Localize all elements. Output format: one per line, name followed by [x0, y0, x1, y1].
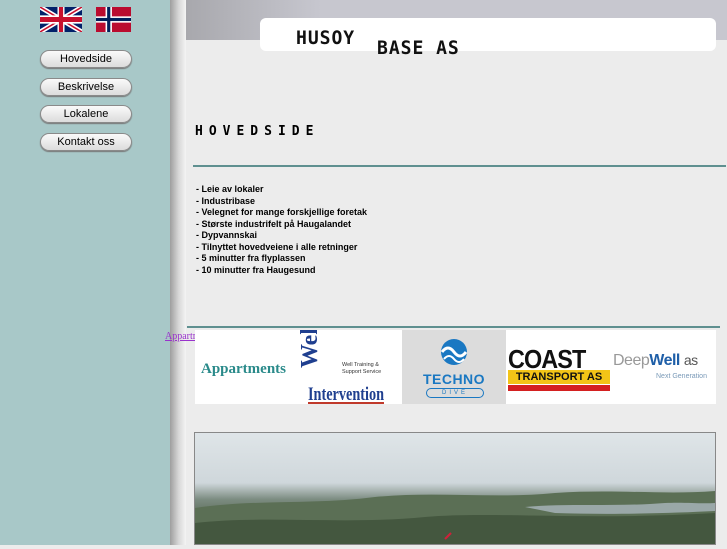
- page-title: HOVEDSIDE: [195, 124, 320, 139]
- techno-logo-text: TECHNO: [422, 371, 486, 387]
- well-logo-line2: Intervention: [308, 384, 384, 404]
- uk-flag-icon[interactable]: [40, 7, 82, 32]
- feature-item: - Største industrifelt på Haugalandet: [196, 218, 352, 229]
- partner-well-intervention[interactable]: Well Intervention Well Training & Suppor…: [298, 330, 402, 404]
- logo-text-husoy: HUSOY: [296, 27, 356, 49]
- feature-item: - Dypvannskai: [196, 230, 258, 240]
- feature-item: - Tilnyttet hovedveiene i alle retninger: [196, 241, 358, 252]
- well-tagline2: Support Service: [342, 369, 381, 375]
- divider-top: [193, 165, 726, 167]
- partner-deepwell[interactable]: DeepWell as Next Generation: [612, 330, 716, 404]
- deepwell-well: Well: [649, 352, 680, 369]
- appartments-logo-text: Appartments: [201, 361, 286, 377]
- well-logo-line1: Well: [298, 330, 323, 368]
- feature-item: - Industribase: [196, 195, 256, 206]
- partner-techno-dive[interactable]: TECHNO DIVE: [402, 330, 506, 404]
- well-logo-underline: [308, 402, 384, 404]
- coast-logo-subtext: TRANSPORT AS: [515, 371, 603, 383]
- feature-list: - Leie av lokaler - Industribase - Veleg…: [196, 184, 367, 276]
- partner-appartments[interactable]: Appartments: [195, 330, 298, 404]
- nav-button-home[interactable]: Hovedside: [40, 50, 132, 68]
- wave-icon: [440, 339, 468, 365]
- divider-bottom: [187, 326, 720, 328]
- feature-item: - Leie av lokaler: [196, 184, 264, 194]
- feature-item: - 5 minutter fra flyplassen: [196, 253, 306, 263]
- nav-button-premises[interactable]: Lokalene: [40, 105, 132, 123]
- feature-item: - 10 minutter fra Haugesund: [196, 264, 316, 275]
- nav-button-description[interactable]: Beskrivelse: [40, 78, 132, 96]
- well-tagline1: Well Training &: [342, 362, 379, 368]
- norway-flag-icon[interactable]: [96, 7, 131, 32]
- dive-logo-text: DIVE: [426, 388, 484, 398]
- deepwell-logo-text: DeepWell as: [613, 352, 698, 370]
- coast-logo-stripe: [508, 385, 610, 391]
- nav-button-contact[interactable]: Kontakt oss: [40, 133, 132, 151]
- deepwell-tagline: Next Generation: [656, 373, 707, 380]
- landscape-image: [195, 491, 715, 544]
- deepwell-deep: Deep: [613, 352, 650, 369]
- appartments-link[interactable]: Appartments: [165, 331, 195, 342]
- feature-item: - Velegnet for mange forskjellige foreta…: [196, 207, 368, 217]
- sidebar-shadow: [170, 0, 186, 545]
- well-intervention-logo: Well Intervention Well Training & Suppor…: [298, 330, 384, 404]
- aerial-photo: [194, 432, 716, 545]
- partner-coast-transport[interactable]: COAST TRANSPORT AS: [506, 330, 612, 404]
- deepwell-as: as: [683, 352, 698, 368]
- logo-text-base: BASE AS: [377, 37, 460, 59]
